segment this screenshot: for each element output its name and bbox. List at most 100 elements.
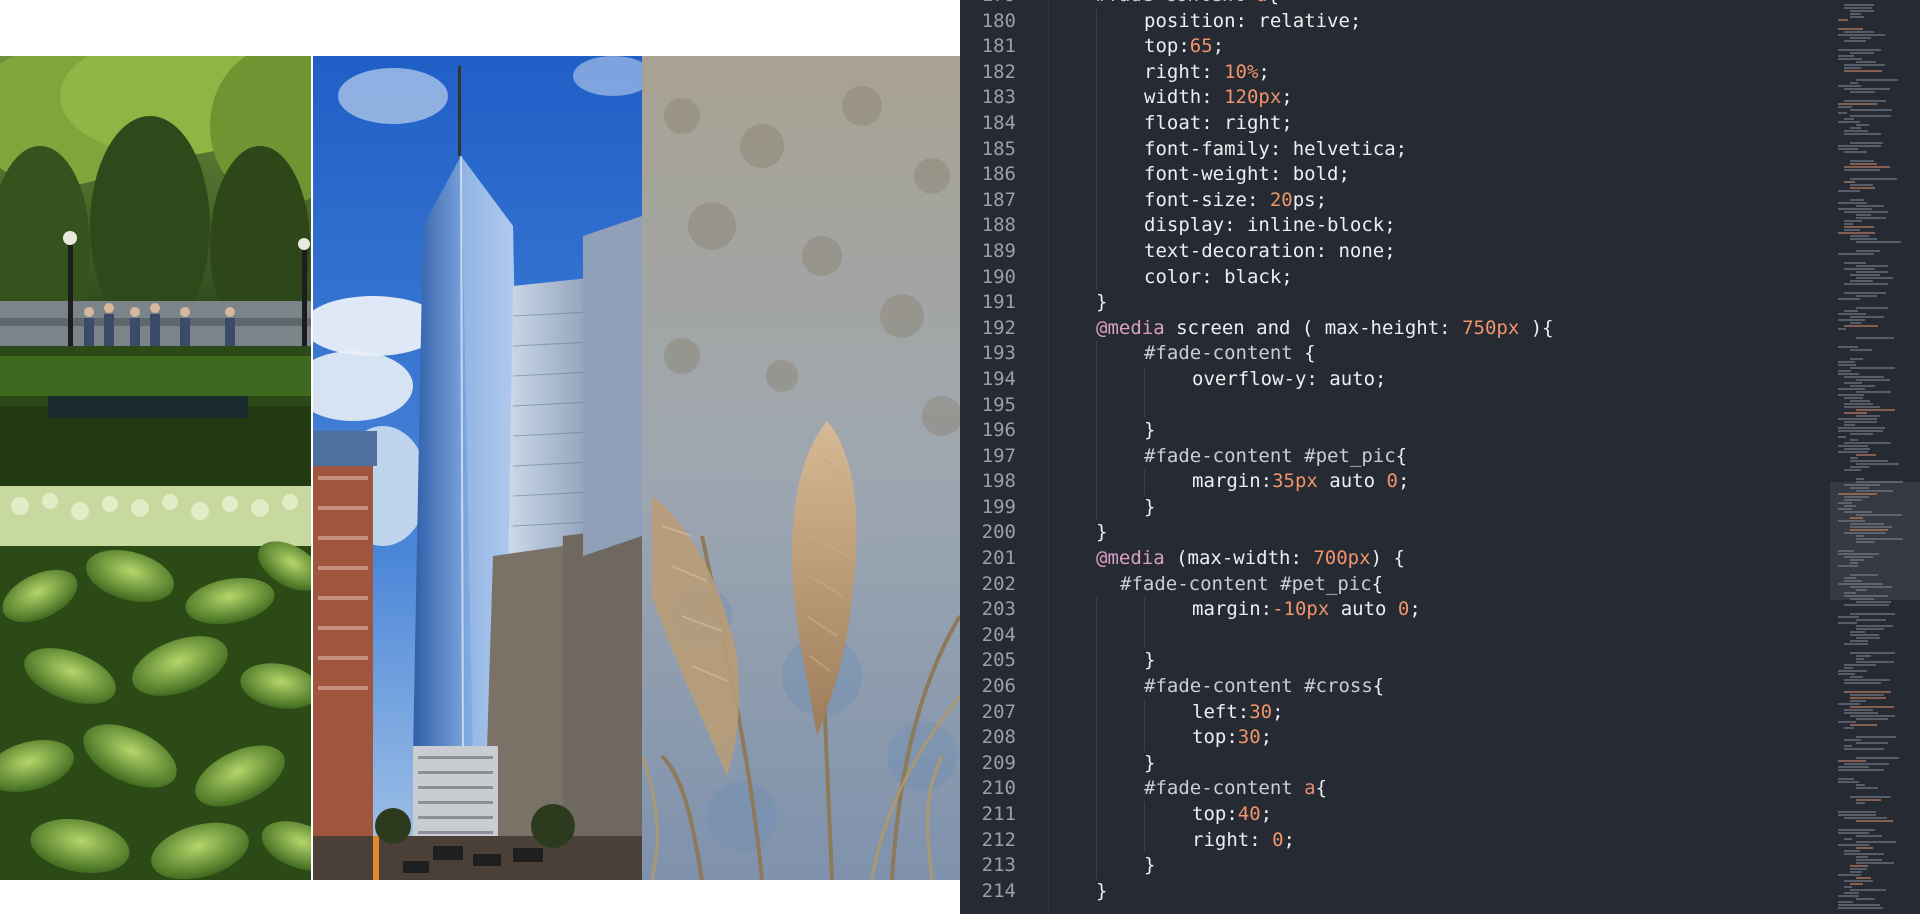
- minimap-line: [1838, 904, 1880, 906]
- code-line[interactable]: 197 #fade-content #pet_pic{: [960, 443, 1820, 470]
- minimap-line: [1844, 169, 1880, 171]
- code-line[interactable]: 187 font-size: 20ps;: [960, 187, 1820, 214]
- minimap-line: [1838, 430, 1883, 432]
- minimap-line: [1838, 106, 1852, 108]
- code-line[interactable]: 208 top:30;: [960, 725, 1820, 751]
- minimap[interactable]: [1830, 0, 1920, 914]
- code-line[interactable]: 186 font-weight: bold;: [960, 162, 1820, 188]
- code-text: @media screen and ( max-height: 750px ){: [1096, 316, 1554, 342]
- minimap-line: [1838, 901, 1853, 903]
- minimap-line: [1856, 535, 1864, 537]
- code-line[interactable]: 181 top:65;: [960, 34, 1820, 60]
- code-line[interactable]: 204: [960, 622, 1820, 649]
- minimap-line: [1856, 718, 1888, 720]
- minimap-line: [1844, 556, 1873, 558]
- indent-guide: [1144, 366, 1145, 393]
- code-line[interactable]: 190 color: black;: [960, 264, 1820, 291]
- minimap-line: [1850, 385, 1875, 387]
- code-text: font-family: helvetica;: [1144, 137, 1407, 163]
- minimap-line: [1856, 799, 1881, 801]
- line-number: 195: [981, 393, 1016, 416]
- code-line[interactable]: 195: [960, 392, 1820, 419]
- code-line[interactable]: 179 #fade-content a{: [960, 0, 1820, 9]
- code-token: margin:: [1192, 598, 1273, 621]
- code-token: right:: [1192, 828, 1273, 851]
- code-line[interactable]: 206 #fade-content #cross{: [960, 674, 1820, 700]
- minimap-line: [1850, 433, 1873, 435]
- minimap-line: [1850, 697, 1886, 699]
- code-token: 0: [1386, 470, 1398, 493]
- code-line[interactable]: 196}: [960, 418, 1820, 444]
- indent-guide: [1096, 162, 1097, 188]
- code-line[interactable]: 213}: [960, 853, 1820, 879]
- code-line[interactable]: 193 #fade-content {: [960, 341, 1820, 367]
- code-text: #fade-content #pet_pic{: [1120, 572, 1383, 598]
- code-line[interactable]: 214}: [960, 879, 1820, 905]
- minimap-line: [1844, 748, 1884, 750]
- code-line[interactable]: 202 #fade-content #pet_pic{: [960, 572, 1820, 598]
- minimap-line: [1838, 814, 1876, 816]
- minimap-line: [1844, 376, 1884, 378]
- minimap-line: [1838, 811, 1876, 813]
- minimap-line: [1838, 55, 1854, 57]
- minimap-line: [1844, 667, 1853, 669]
- code-line[interactable]: 180 position: relative;: [960, 8, 1820, 35]
- code-line[interactable]: 194 overflow-y: auto;: [960, 366, 1820, 393]
- minimap-line: [1838, 85, 1861, 87]
- code-line[interactable]: 182 right: 10%;: [960, 59, 1820, 86]
- code-token: top:: [1192, 726, 1238, 749]
- minimap-line: [1850, 109, 1892, 111]
- code-line[interactable]: 201 @media (max-width: 700px) {: [960, 546, 1820, 572]
- code-line[interactable]: 184 float: right;: [960, 110, 1820, 137]
- indent-guide: [1096, 802, 1097, 828]
- minimap-line: [1844, 130, 1868, 132]
- minimap-line: [1856, 859, 1882, 861]
- minimap-line: [1844, 604, 1889, 606]
- code-lines[interactable]: 179#fade-content a{180position: relative…: [960, 0, 1820, 904]
- line-number: 207: [981, 700, 1016, 723]
- minimap-line: [1856, 619, 1886, 621]
- code-line[interactable]: 199}: [960, 494, 1820, 521]
- minimap-line: [1844, 31, 1874, 33]
- minimap-line: [1856, 490, 1893, 492]
- code-line[interactable]: 203 margin:-10px auto 0;: [960, 597, 1820, 623]
- line-number: 187: [981, 188, 1016, 211]
- indent-guide: [1096, 853, 1097, 879]
- code-line[interactable]: 205}: [960, 648, 1820, 675]
- code-token: 40: [1237, 803, 1261, 825]
- code-line[interactable]: 212 right: 0;: [960, 827, 1820, 854]
- minimap-line: [1844, 499, 1862, 501]
- code-line[interactable]: 211 top:40;: [960, 802, 1820, 828]
- code-line[interactable]: 192 @media screen and ( max-height: 750px…: [960, 316, 1820, 342]
- code-token: ps;: [1292, 188, 1328, 211]
- code-line[interactable]: 185 font-family: helvetica;: [960, 136, 1820, 163]
- code-text: top:40;: [1192, 802, 1272, 828]
- code-line[interactable]: 183 width: 120px;: [960, 85, 1820, 111]
- indent-guide: [1096, 750, 1097, 777]
- minimap-line: [1838, 346, 1858, 348]
- minimap-line: [1850, 868, 1867, 870]
- line-number: 191: [981, 291, 1016, 314]
- minimap-line: [1856, 601, 1891, 603]
- code-line[interactable]: 209}: [960, 750, 1820, 777]
- minimap-line: [1838, 508, 1852, 510]
- code-line[interactable]: 189 text-decoration: none;: [960, 238, 1820, 265]
- minimap-line: [1850, 883, 1863, 885]
- code-line[interactable]: 191}: [960, 290, 1820, 316]
- minimap-line: [1850, 526, 1892, 528]
- code-line[interactable]: 200}: [960, 520, 1820, 546]
- minimap-line: [1850, 184, 1873, 186]
- minimap-line: [1844, 643, 1868, 645]
- code-editor[interactable]: 179#fade-content a{180position: relative…: [960, 0, 1920, 914]
- code-line[interactable]: 198 margin:35px auto 0;: [960, 469, 1820, 495]
- code-line[interactable]: 210 #fade-content a{: [960, 776, 1820, 802]
- minimap-line: [1856, 820, 1893, 822]
- minimap-line: [1844, 448, 1870, 450]
- code-token: (max-width:: [1164, 547, 1314, 570]
- code-line[interactable]: 207 left:30;: [960, 699, 1820, 726]
- code-line[interactable]: 188 display: inline-block;: [960, 213, 1820, 239]
- minimap-line: [1844, 406, 1880, 408]
- line-number: 212: [981, 828, 1016, 851]
- code-token: color: black;: [1144, 265, 1293, 288]
- indent-guide: [1096, 494, 1097, 521]
